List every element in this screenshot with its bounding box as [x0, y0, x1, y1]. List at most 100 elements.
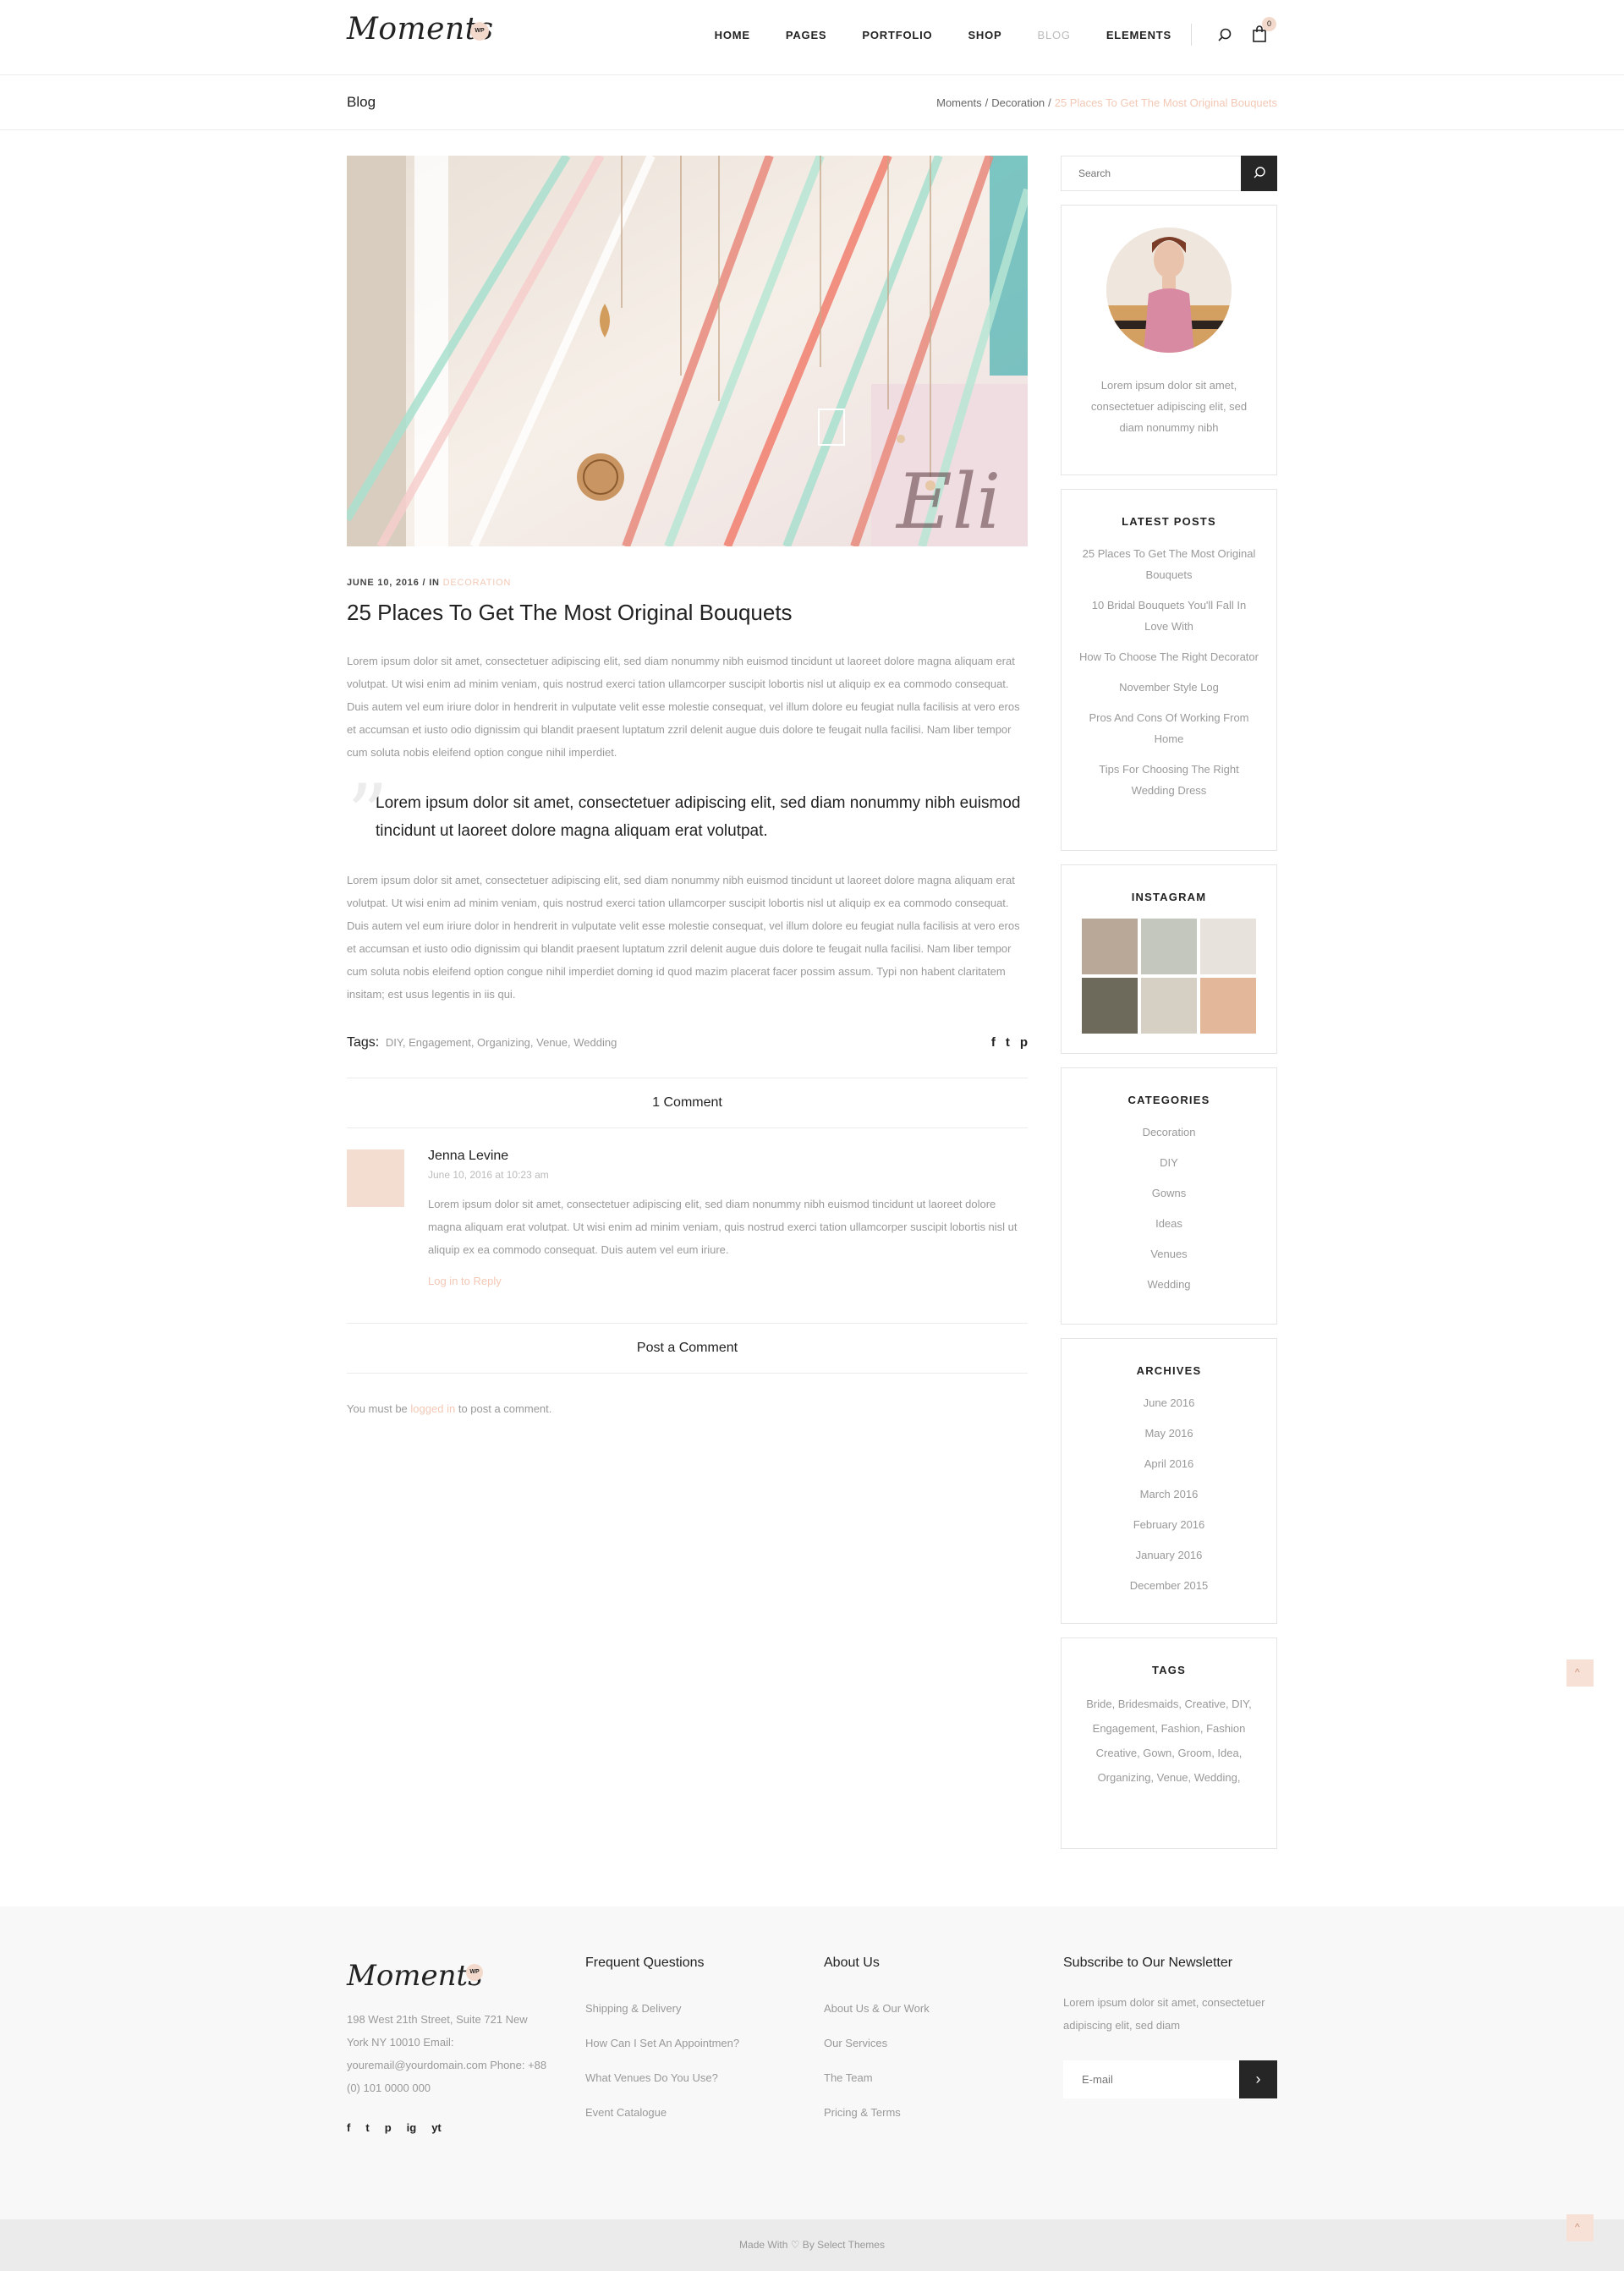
instagram-thumb[interactable] — [1141, 978, 1197, 1034]
footer-link[interactable]: Shipping & Delivery — [585, 1991, 739, 2026]
login-link[interactable]: logged in — [410, 1402, 455, 1415]
site-logo[interactable]: Moments WP — [347, 12, 499, 59]
login-prefix: You must be — [347, 1402, 408, 1415]
post-blockquote: ” Lorem ipsum dolor sit amet, consectetu… — [347, 774, 1028, 855]
instagram-thumb[interactable] — [1200, 978, 1256, 1034]
post-paragraph: Lorem ipsum dolor sit amet, consectetuer… — [347, 655, 1020, 759]
profile-photo — [1106, 228, 1232, 353]
breadcrumb-category[interactable]: Decoration — [991, 96, 1045, 109]
footer-newsletter-column: Subscribe to Our Newsletter Lorem ipsum … — [1063, 1956, 1283, 2098]
search-button[interactable] — [1241, 156, 1277, 191]
tag-cloud[interactable]: Bride, Bridesmaids, Creative, DIY, Engag… — [1078, 1692, 1259, 1790]
post-tags[interactable]: DIY, Engagement, Organizing, Venue, Wedd… — [386, 1036, 617, 1049]
footer-logo[interactable]: Moments WP — [347, 1959, 491, 2001]
archive-link[interactable]: April 2016 — [1078, 1453, 1259, 1474]
nav-elements[interactable]: ELEMENTS — [1106, 29, 1171, 41]
breadcrumb-current: 25 Places To Get The Most Original Bouqu… — [1054, 96, 1277, 109]
archive-link[interactable]: March 2016 — [1078, 1484, 1259, 1505]
youtube-icon[interactable]: yt — [431, 2121, 442, 2134]
latest-post-link[interactable]: 25 Places To Get The Most Original Bouqu… — [1078, 543, 1259, 585]
footer-social-icons: f t p ig yt — [347, 2121, 442, 2134]
footer-link[interactable]: Pricing & Terms — [824, 2095, 930, 2130]
search-icon[interactable] — [1218, 28, 1232, 41]
latest-post-link[interactable]: November Style Log — [1078, 677, 1259, 698]
category-link[interactable]: Wedding — [1078, 1274, 1259, 1295]
pinterest-icon[interactable]: p — [385, 2121, 392, 2134]
footer-link[interactable]: How Can I Set An Appointmen? — [585, 2026, 739, 2060]
reply-link[interactable]: Log in to Reply — [428, 1275, 1020, 1287]
instagram-thumb[interactable] — [1200, 919, 1256, 974]
footer-about-column: About Us About Us & Our Work Our Service… — [824, 1956, 930, 2130]
archive-link[interactable]: June 2016 — [1078, 1392, 1259, 1413]
footer-column-title: Frequent Questions — [585, 1956, 705, 1970]
footer-link[interactable]: About Us & Our Work — [824, 1991, 930, 2026]
instagram-thumb[interactable] — [1082, 919, 1138, 974]
subscribe-button[interactable]: › — [1239, 2060, 1277, 2098]
category-link[interactable]: Decoration — [1078, 1122, 1259, 1143]
twitter-icon[interactable]: t — [365, 2121, 369, 2134]
nav-pages[interactable]: PAGES — [786, 29, 827, 41]
category-link[interactable]: Venues — [1078, 1243, 1259, 1264]
profile-widget: Lorem ipsum dolor sit amet, consectetuer… — [1061, 205, 1277, 475]
widget-title: ARCHIVES — [1136, 1364, 1202, 1377]
latest-post-link[interactable]: 10 Bridal Bouquets You'll Fall In Love W… — [1078, 595, 1259, 637]
latest-posts-widget: LATEST POSTS 25 Places To Get The Most O… — [1061, 489, 1277, 851]
facebook-icon[interactable]: f — [991, 1035, 996, 1050]
category-link[interactable]: Ideas — [1078, 1213, 1259, 1234]
pinterest-icon[interactable]: p — [1020, 1035, 1028, 1050]
nav-blog[interactable]: BLOG — [1037, 29, 1070, 41]
footer-link[interactable]: Our Services — [824, 2026, 930, 2060]
breadcrumb-separator: / — [1048, 96, 1051, 109]
post-featured-image: Eli — [347, 156, 1028, 546]
chevron-up-icon: ^ — [1575, 1666, 1580, 1678]
category-link[interactable]: Gowns — [1078, 1182, 1259, 1204]
post-category-link[interactable]: DECORATION — [443, 578, 512, 588]
latest-post-link[interactable]: Pros And Cons Of Working From Home — [1078, 707, 1259, 749]
archive-link[interactable]: January 2016 — [1078, 1544, 1259, 1566]
footer-link[interactable]: Event Catalogue — [585, 2095, 739, 2130]
back-to-top-button[interactable]: ^ — [1566, 1659, 1594, 1687]
nav-home[interactable]: HOME — [715, 29, 750, 41]
search-input[interactable] — [1078, 167, 1222, 179]
facebook-icon[interactable]: f — [347, 2121, 350, 2134]
footer-faq-column: Frequent Questions Shipping & Delivery H… — [585, 1956, 739, 2130]
footer-link[interactable]: What Venues Do You Use? — [585, 2060, 739, 2095]
login-suffix: to post a comment. — [458, 1402, 552, 1415]
instagram-thumb[interactable] — [1141, 919, 1197, 974]
widget-title: CATEGORIES — [1127, 1094, 1210, 1106]
quote-text: Lorem ipsum dolor sit amet, consectetuer… — [376, 794, 1021, 840]
twitter-icon[interactable]: t — [1006, 1035, 1010, 1050]
footer-logo-text: Moments — [347, 1959, 483, 1993]
post-date[interactable]: JUNE 10, 2016 — [347, 578, 420, 588]
login-note: You must be logged in to post a comment. — [347, 1402, 1028, 1415]
archives-widget: ARCHIVES June 2016 May 2016 April 2016 M… — [1061, 1338, 1277, 1624]
profile-text: Lorem ipsum dolor sit amet, consectetuer… — [1090, 379, 1248, 434]
footer-logo-badge: WP — [466, 1964, 483, 1981]
latest-post-link[interactable]: Tips For Choosing The Right Wedding Dres… — [1078, 759, 1259, 801]
category-link[interactable]: DIY — [1078, 1152, 1259, 1173]
email-field[interactable] — [1082, 2073, 1217, 2086]
back-to-top-button[interactable]: ^ — [1566, 2214, 1594, 2241]
instagram-icon[interactable]: ig — [407, 2121, 417, 2134]
instagram-grid — [1078, 919, 1259, 1034]
nav-portfolio[interactable]: PORTFOLIO — [862, 29, 932, 41]
latest-post-link[interactable]: How To Choose The Right Decorator — [1078, 646, 1259, 667]
copyright-bar: Made With ♡ By Select Themes — [0, 2219, 1624, 2271]
breadcrumb-home[interactable]: Moments — [936, 96, 981, 109]
chevron-up-icon: ^ — [1575, 2221, 1580, 2233]
comment-text: Lorem ipsum dolor sit amet, consectetuer… — [428, 1198, 1018, 1256]
divider — [347, 1373, 1028, 1374]
ribbons-image: Eli — [347, 156, 1028, 546]
comment-date[interactable]: June 10, 2016 at 10:23 am — [428, 1169, 1020, 1181]
nav-divider — [1191, 24, 1192, 46]
footer-column-title: About Us — [824, 1956, 880, 1970]
archive-link[interactable]: February 2016 — [1078, 1514, 1259, 1535]
archive-link[interactable]: May 2016 — [1078, 1423, 1259, 1444]
footer-link[interactable]: The Team — [824, 2060, 930, 2095]
nav-shop[interactable]: SHOP — [968, 29, 1001, 41]
archive-link[interactable]: December 2015 — [1078, 1575, 1259, 1596]
main-content: Eli JUNE 10, 2016 / IN DECORATION 25 Pla… — [347, 156, 1028, 1415]
title-bar: Blog Moments / Decoration/25 Places To Get… — [0, 75, 1624, 130]
site-footer: Moments WP 198 West 21th Street, Suite 7… — [0, 1906, 1624, 2219]
instagram-thumb[interactable] — [1082, 978, 1138, 1034]
